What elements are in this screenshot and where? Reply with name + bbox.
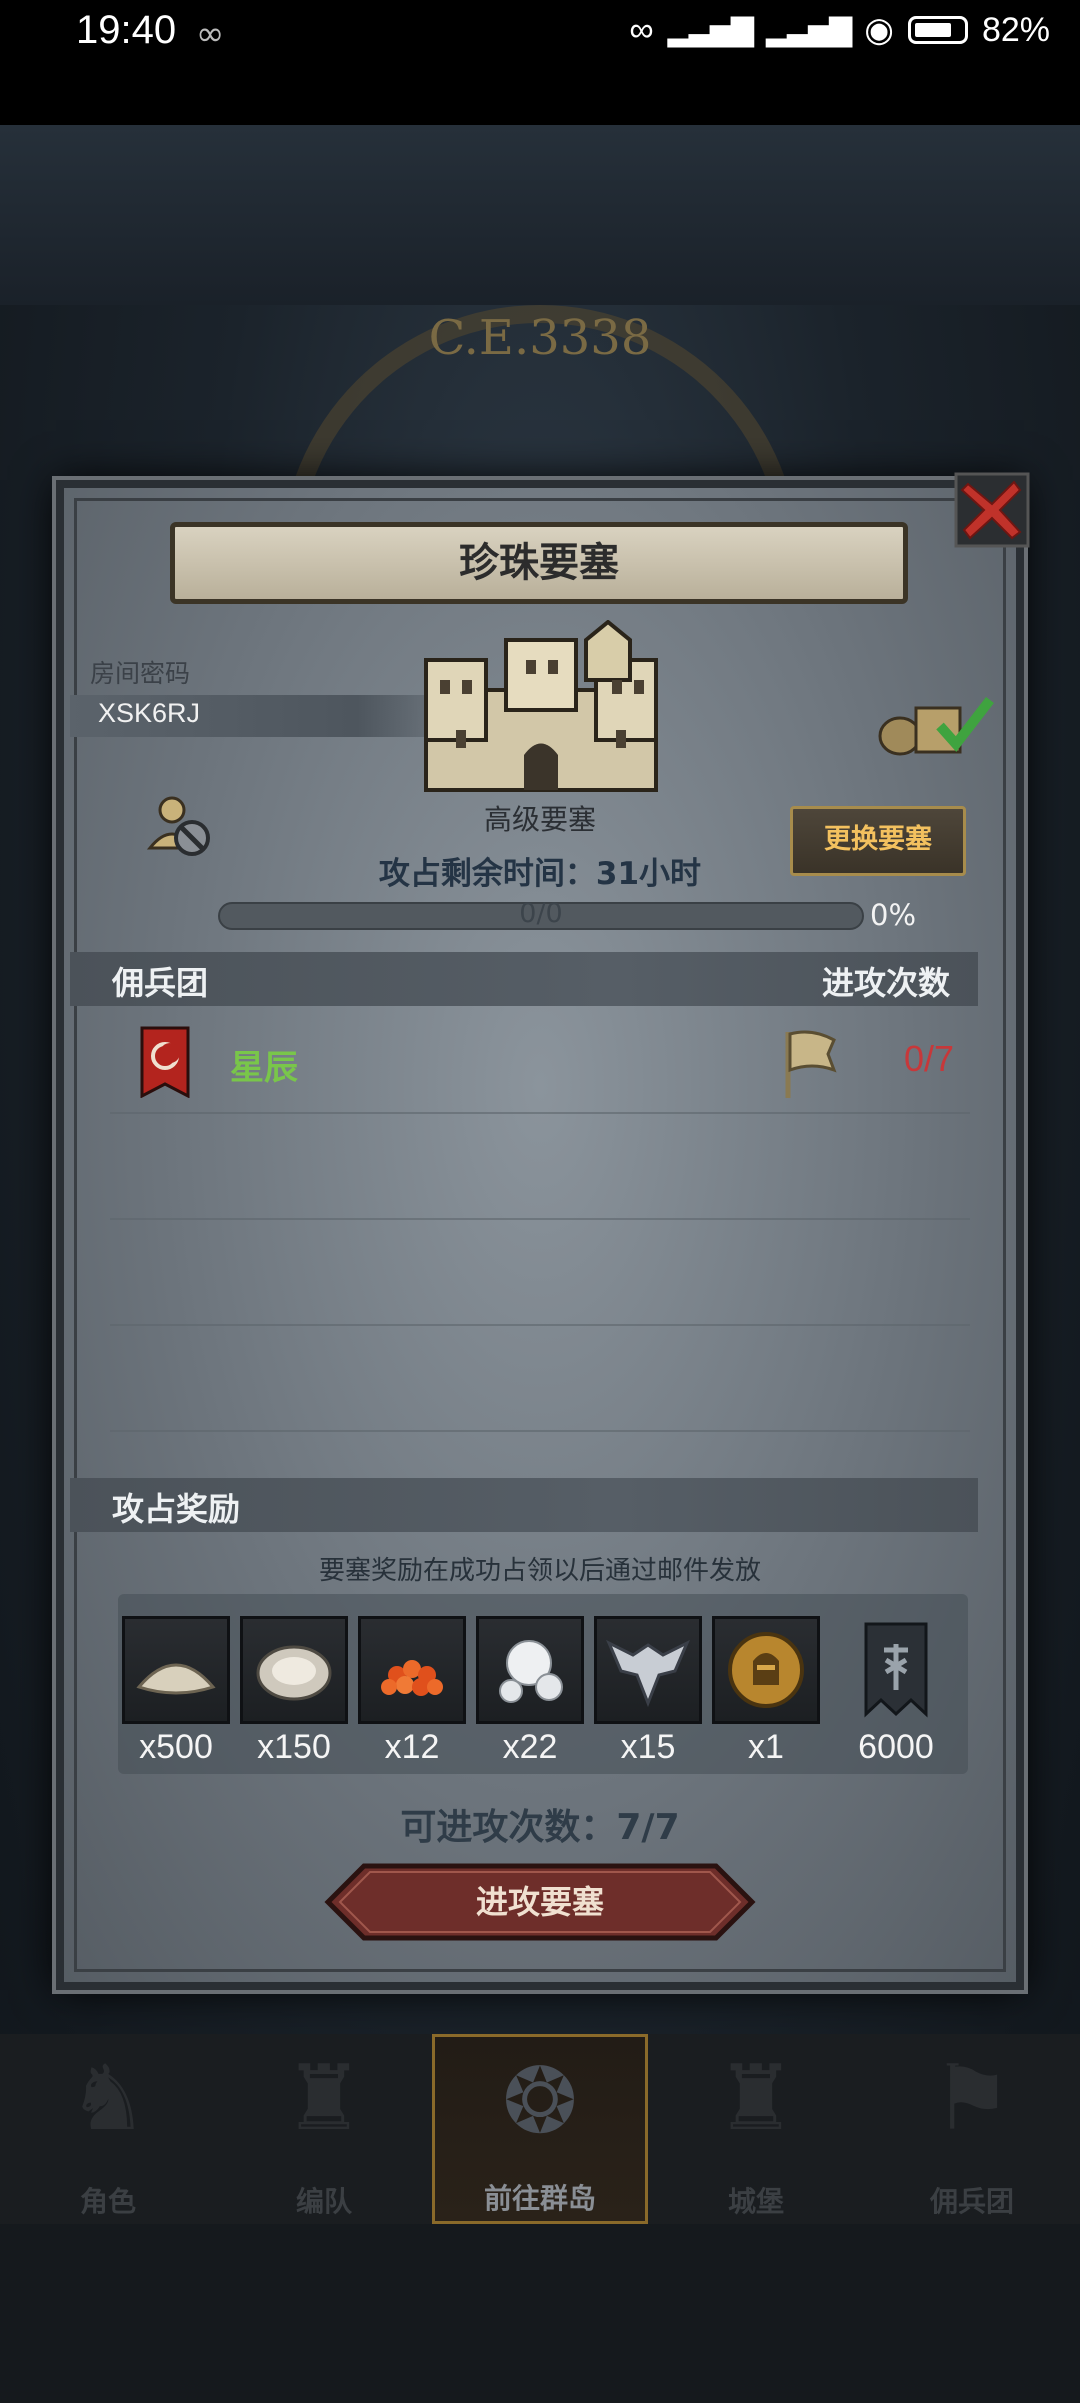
status-time: 19:40 <box>76 8 177 52</box>
reward-item[interactable]: x150 <box>240 1616 348 1767</box>
sand-pile-icon <box>136 1663 216 1695</box>
nav-mercenary[interactable]: ⚑ 佣兵团 <box>864 2034 1080 2224</box>
reward-qty: x12 <box>384 1728 440 1766</box>
reward-qty: 6000 <box>858 1728 934 1766</box>
guild-name[interactable]: 星辰 <box>230 1040 298 1089</box>
guild-flag-icon <box>140 1026 190 1098</box>
reward-qty: x15 <box>620 1728 676 1766</box>
battery-percent: 82% <box>981 10 1050 49</box>
row-divider <box>110 1430 970 1432</box>
reward-qty: x22 <box>502 1728 558 1766</box>
rewards-section-title: 攻占奖励 <box>112 1490 241 1528</box>
wifi-icon: ◉ <box>864 11 894 49</box>
progress-text: 0/0 <box>519 898 563 929</box>
row-divider <box>110 1218 970 1220</box>
pearl-icon <box>499 1640 563 1703</box>
nav-islands[interactable]: ❂ 前往群岛 <box>432 2034 648 2224</box>
nav-character[interactable]: ♞ 角色 <box>0 2034 216 2224</box>
battery-icon <box>907 16 968 44</box>
knight-medal-icon <box>728 1632 804 1708</box>
reward-qty: x1 <box>748 1728 784 1766</box>
reward-qty: x500 <box>139 1728 213 1766</box>
occupy-timer: 攻占剩余时间：31小时 <box>378 856 702 892</box>
knight-icon: ♞ <box>67 2046 149 2151</box>
status-icons: ∞ ▂▃▅▇ ▂▃▅▇ ◉ 82% <box>629 10 1050 50</box>
link-icon: ∞ <box>196 14 225 54</box>
attack-count-header: 进攻次数 <box>822 964 951 1002</box>
reward-qty: x150 <box>257 1728 331 1766</box>
status-bar: 19:40 ∞ ∞ ▂▃▅▇ ▂▃▅▇ ◉ 82% <box>0 0 1080 125</box>
castle-icon: ♜ <box>715 2046 797 2151</box>
supply-sack-check-icon[interactable] <box>876 688 996 758</box>
guild-attack-count: 0/7 <box>904 1038 955 1079</box>
nav-castle[interactable]: ♜ 城堡 <box>648 2034 864 2224</box>
guild-banner-icon <box>864 1622 928 1718</box>
progress-percent: 0% <box>870 898 917 932</box>
oyster-icon <box>256 1645 332 1701</box>
reward-note: 要塞奖励在成功占领以后通过邮件发放 <box>318 1556 761 1586</box>
reward-item[interactable]: x22 <box>476 1616 584 1767</box>
nav-formation[interactable]: ♜ 编队 <box>216 2034 432 2224</box>
helmet-icon: ♜ <box>283 2046 365 2151</box>
signal-icon: ▂▃▅▇ <box>667 13 754 47</box>
room-code-value[interactable]: XSK6RJ <box>98 698 200 729</box>
reward-item[interactable]: 6000 <box>842 1616 950 1767</box>
reward-item[interactable]: x12 <box>358 1616 466 1767</box>
nav-label: 城堡 <box>727 2185 784 2218</box>
compass-icon: ❂ <box>502 2049 578 2154</box>
attack-flag-icon <box>785 1030 837 1098</box>
dialog-title: 珍珠要塞 <box>170 522 908 604</box>
banner-icon: ⚑ <box>931 2046 1013 2151</box>
nav-label: 前往群岛 <box>483 2182 596 2215</box>
nav-label: 角色 <box>79 2185 136 2218</box>
mercenary-section-title: 佣兵团 <box>112 964 209 1002</box>
room-code-label: 房间密码 <box>90 659 191 688</box>
nav-label: 编队 <box>295 2185 352 2218</box>
nav-label: 佣兵团 <box>929 2185 1014 2218</box>
wing-emblem-icon <box>606 1639 690 1708</box>
attack-fortress-label: 进攻要塞 <box>475 1883 604 1921</box>
era-label: C.E.3338 <box>428 310 652 366</box>
bottom-area <box>0 2224 1080 2403</box>
close-icon[interactable] <box>952 470 1032 550</box>
attack-remaining: 可进攻次数：7/7 <box>400 1807 680 1848</box>
reward-item[interactable]: x1 <box>712 1616 820 1767</box>
reward-item[interactable]: x15 <box>594 1616 702 1767</box>
row-divider <box>110 1324 970 1326</box>
fortress-castle-icon <box>424 620 658 792</box>
row-divider <box>110 1112 970 1114</box>
reward-item[interactable]: x500 <box>122 1616 230 1767</box>
bottom-nav: ♞ 角色 ♜ 编队 ❂ 前往群岛 ♜ 城堡 ⚑ 佣兵团 <box>0 2034 1080 2224</box>
hotspot-icon: ∞ <box>629 10 654 49</box>
background-band <box>0 125 1080 305</box>
fish-roe-icon <box>381 1660 443 1696</box>
signal-icon-2: ▂▃▅▇ <box>765 13 852 47</box>
